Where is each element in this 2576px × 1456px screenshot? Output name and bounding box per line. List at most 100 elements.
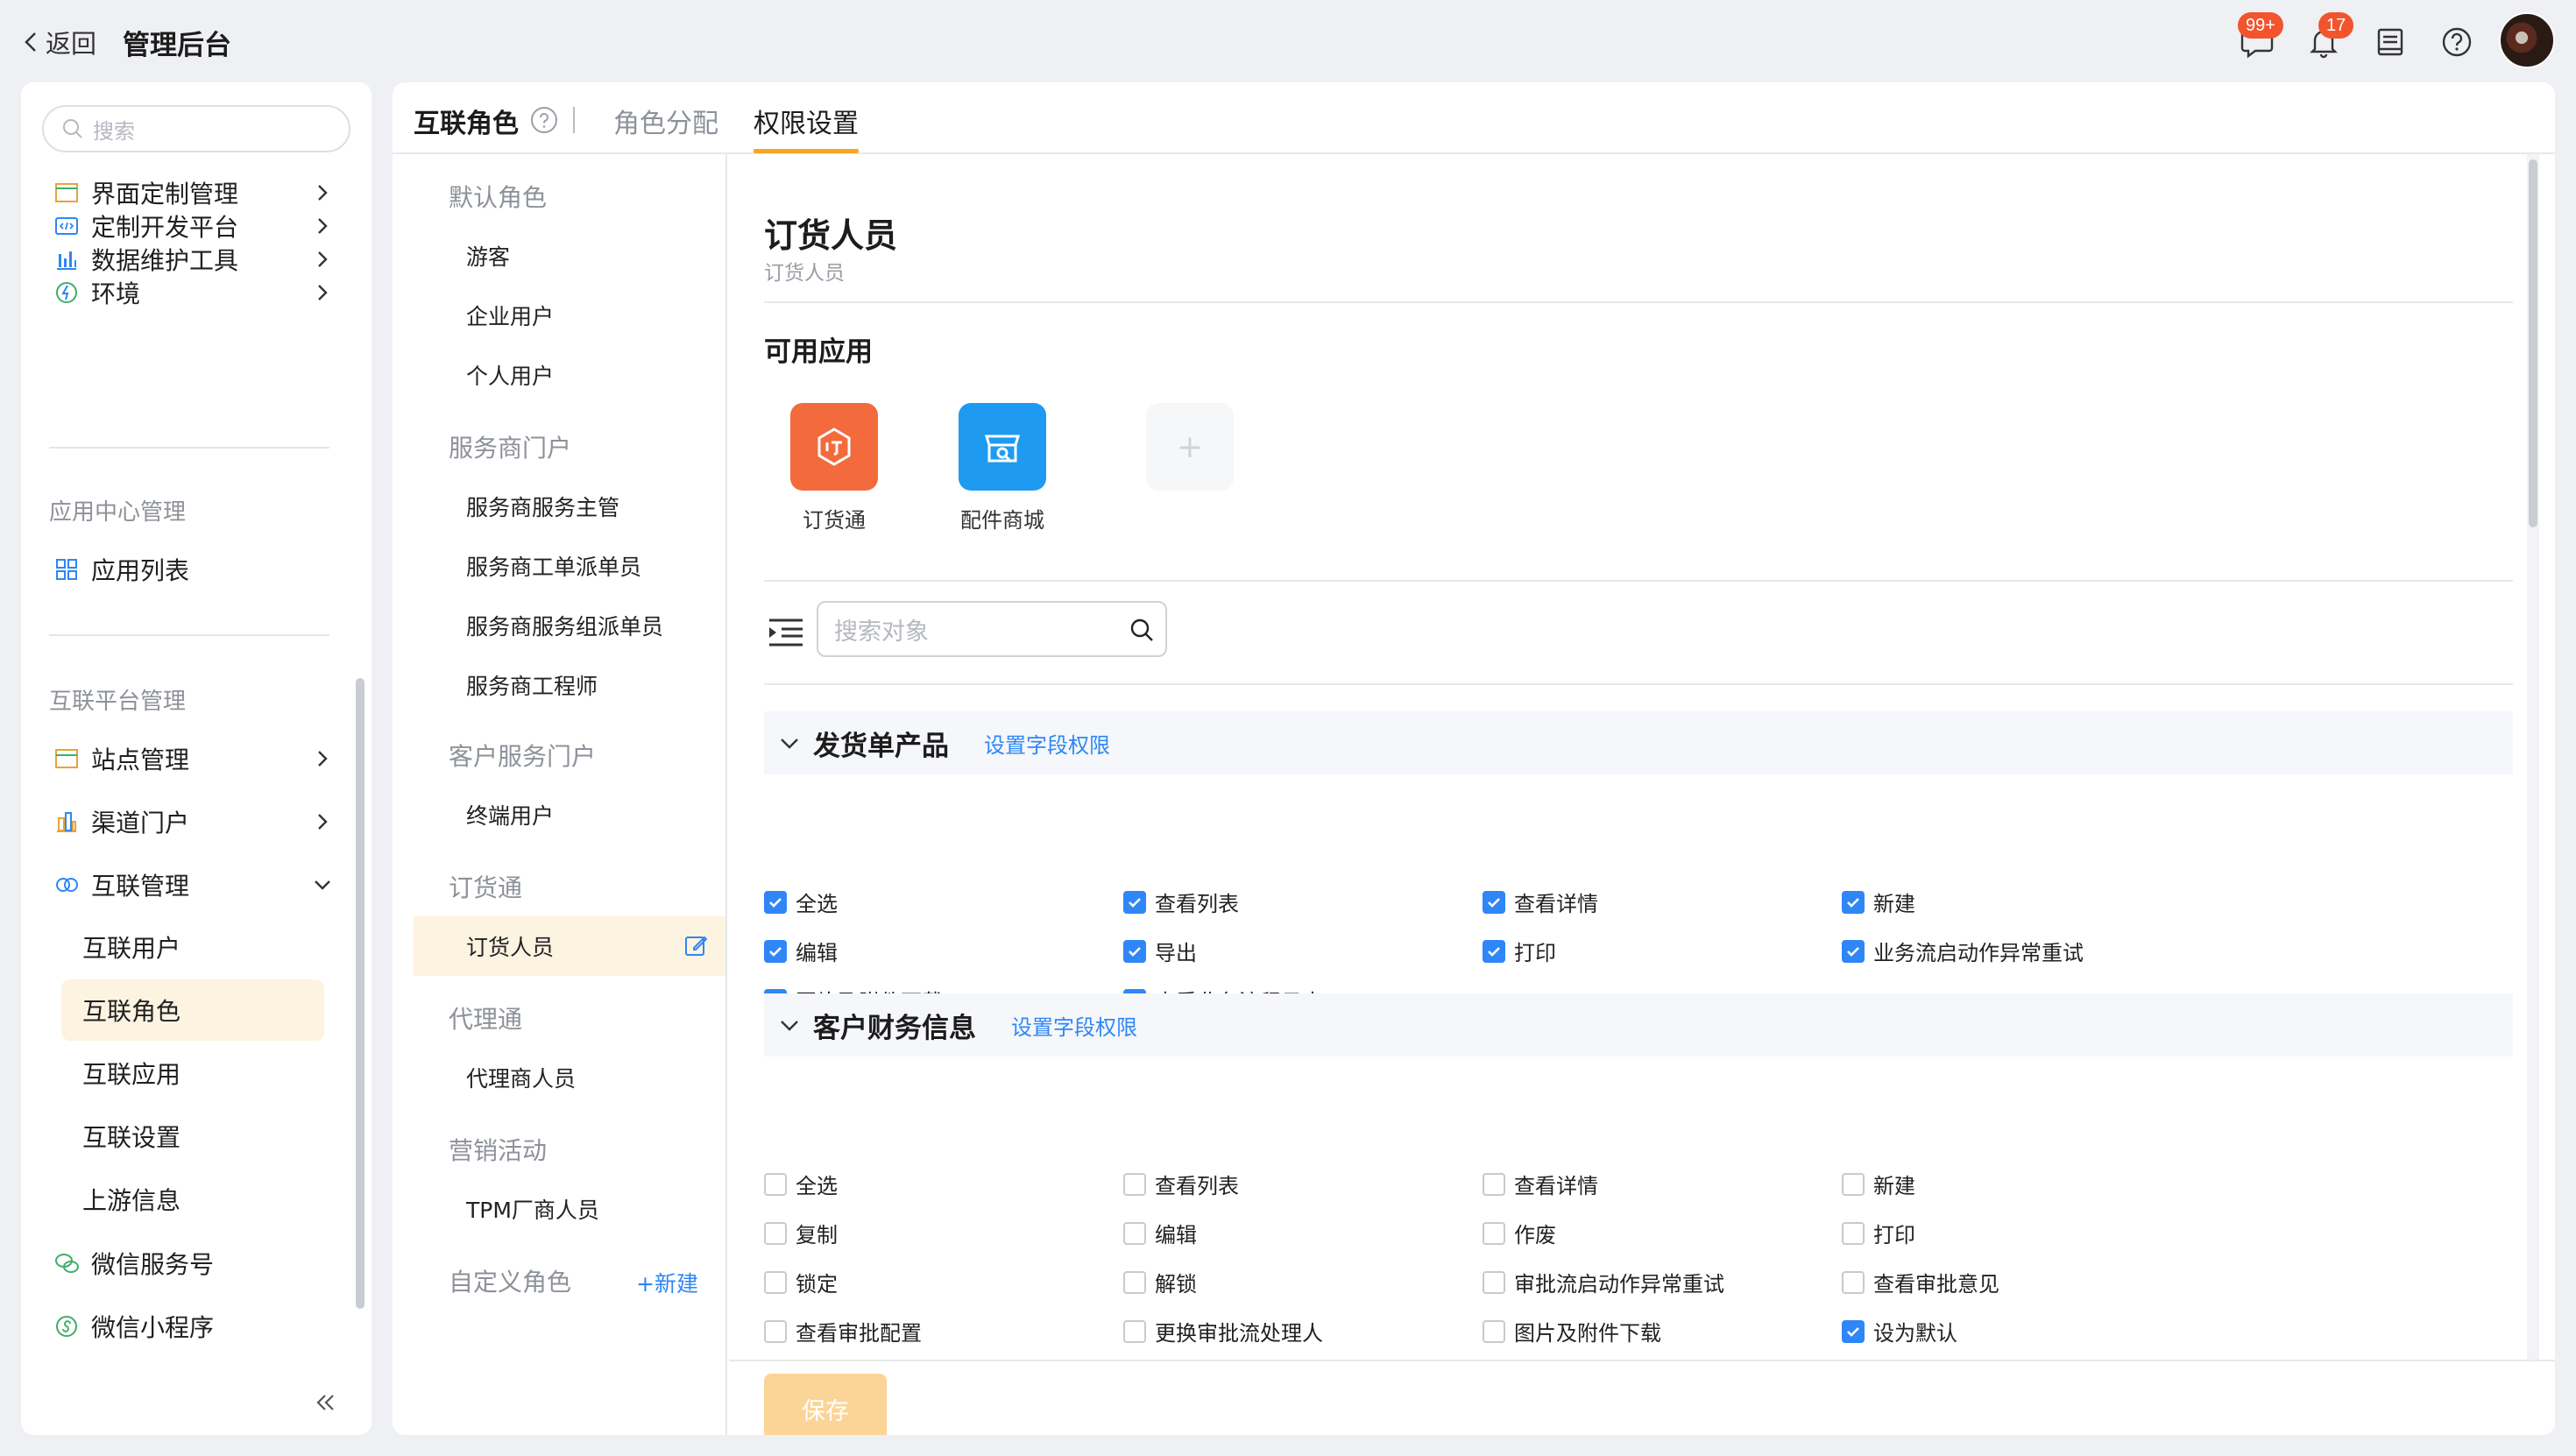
checkbox-checked[interactable] bbox=[1123, 890, 1146, 914]
checkbox-unchecked[interactable] bbox=[1842, 1221, 1865, 1245]
permission-checkbox[interactable]: 编辑 bbox=[764, 936, 838, 966]
permission-checkbox[interactable]: 新建 bbox=[1842, 1169, 1915, 1199]
permission-checkbox[interactable]: 查看列表 bbox=[1123, 1169, 1239, 1199]
sidebar-sub-interconnect-roles[interactable]: 互联角色 bbox=[61, 979, 324, 1041]
sidebar-item-site-mgmt[interactable]: 站点管理 bbox=[53, 734, 342, 783]
role-item[interactable]: TPM厂商人员 bbox=[414, 1179, 725, 1239]
permission-checkbox[interactable]: 查看详情 bbox=[1483, 1169, 1598, 1199]
permission-checkbox[interactable]: 编辑 bbox=[1123, 1218, 1197, 1248]
permission-checkbox[interactable]: 查看列表 bbox=[1123, 887, 1239, 917]
notifications-button[interactable]: 17 bbox=[2304, 12, 2354, 61]
sidebar-scrollbar[interactable] bbox=[356, 678, 364, 1309]
permission-checkbox[interactable]: 图片及附件下载 bbox=[1483, 1316, 1661, 1346]
permission-checkbox[interactable]: 查看审批意见 bbox=[1842, 1267, 1999, 1297]
sidebar-item-wechat-service[interactable]: 微信服务号 bbox=[53, 1239, 342, 1288]
permission-checkbox[interactable]: 新建 bbox=[1842, 887, 1915, 917]
role-item[interactable]: 游客 bbox=[414, 226, 725, 286]
list-filter-icon[interactable] bbox=[766, 615, 806, 650]
role-item[interactable]: 服务商服务主管 bbox=[414, 477, 725, 536]
permission-checkbox[interactable]: 导出 bbox=[1123, 936, 1197, 966]
checkbox-unchecked[interactable] bbox=[764, 1221, 787, 1245]
new-role-button[interactable]: +新建 bbox=[636, 1267, 698, 1298]
sidebar-item-wechat-mini[interactable]: 微信小程序 bbox=[53, 1302, 342, 1351]
role-item-selected[interactable]: 订货人员 bbox=[414, 916, 725, 976]
content-scrollbar[interactable] bbox=[2529, 159, 2537, 527]
sidebar-search-input[interactable]: 搜索 bbox=[42, 105, 350, 152]
checkbox-unchecked[interactable] bbox=[1123, 1221, 1146, 1245]
role-item[interactable]: 代理商人员 bbox=[414, 1048, 725, 1107]
checkbox-unchecked[interactable] bbox=[1842, 1270, 1865, 1294]
permission-checkbox[interactable]: 打印 bbox=[1842, 1218, 1915, 1248]
user-avatar[interactable] bbox=[2499, 12, 2555, 68]
checkbox-unchecked[interactable] bbox=[1123, 1270, 1146, 1294]
sidebar-sub-interconnect-users[interactable]: 互联用户 bbox=[61, 916, 324, 978]
checkbox-checked[interactable] bbox=[764, 890, 787, 914]
checkbox-checked[interactable] bbox=[1842, 1319, 1865, 1343]
sidebar-item-interconnect-mgmt[interactable]: 互联管理 bbox=[53, 860, 342, 909]
checkbox-checked[interactable] bbox=[1483, 890, 1505, 914]
role-item[interactable]: 服务商工程师 bbox=[414, 655, 725, 715]
help-icon[interactable] bbox=[529, 105, 559, 135]
section-header-delivery-products[interactable]: 发货单产品 设置字段权限 bbox=[764, 711, 2513, 774]
checkbox-unchecked[interactable] bbox=[1483, 1270, 1505, 1294]
edit-icon[interactable] bbox=[682, 932, 710, 960]
checkbox-unchecked[interactable] bbox=[764, 1270, 787, 1294]
checkbox-unchecked[interactable] bbox=[1123, 1172, 1146, 1196]
permission-checkbox[interactable]: 解锁 bbox=[1123, 1267, 1197, 1297]
sidebar-sub-upstream-info[interactable]: 上游信息 bbox=[61, 1169, 324, 1230]
role-item[interactable]: 个人用户 bbox=[414, 345, 725, 405]
checkbox-checked[interactable] bbox=[1842, 939, 1865, 963]
checkbox-checked[interactable] bbox=[1842, 890, 1865, 914]
permission-checkbox[interactable]: 查看审批配置 bbox=[764, 1316, 922, 1346]
section-header-customer-finance[interactable]: 客户财务信息 设置字段权限 bbox=[764, 993, 2513, 1057]
field-permission-link[interactable]: 设置字段权限 bbox=[1011, 1010, 1137, 1041]
checkbox-unchecked[interactable] bbox=[764, 1172, 787, 1196]
sidebar-sub-interconnect-settings[interactable]: 互联设置 bbox=[61, 1106, 324, 1167]
checkbox-unchecked[interactable] bbox=[1842, 1172, 1865, 1196]
checkbox-unchecked[interactable] bbox=[1483, 1221, 1505, 1245]
permission-checkbox[interactable]: 打印 bbox=[1483, 936, 1556, 966]
object-search-input[interactable]: 搜索对象 bbox=[817, 601, 1167, 657]
permission-checkbox[interactable]: 设为默认 bbox=[1842, 1316, 1957, 1346]
back-button[interactable]: 返回 bbox=[21, 25, 96, 60]
permission-checkbox[interactable]: 锁定 bbox=[764, 1267, 838, 1297]
tab-role-assign[interactable]: 角色分配 bbox=[613, 102, 718, 140]
permission-checkbox[interactable]: 复制 bbox=[764, 1218, 838, 1248]
permission-checkbox[interactable]: 作废 bbox=[1483, 1218, 1556, 1248]
permission-checkbox[interactable]: 全选 bbox=[764, 887, 838, 917]
permission-checkbox[interactable]: 查看详情 bbox=[1483, 887, 1598, 917]
collapse-sidebar-icon[interactable] bbox=[310, 1388, 340, 1417]
tab-permission-settings[interactable]: 权限设置 bbox=[754, 102, 859, 140]
app-tile-label: 配件商城 bbox=[960, 508, 1044, 533]
messages-button[interactable]: 99+ bbox=[2238, 12, 2283, 61]
chevron-right-icon bbox=[318, 814, 328, 830]
checkbox-unchecked[interactable] bbox=[1123, 1319, 1146, 1343]
checkbox-checked[interactable] bbox=[1123, 939, 1146, 963]
checkbox-checked[interactable] bbox=[1483, 939, 1505, 963]
sidebar-sub-interconnect-apps[interactable]: 互联应用 bbox=[61, 1043, 324, 1104]
checkbox-checked[interactable] bbox=[764, 939, 787, 963]
role-item[interactable]: 服务商服务组派单员 bbox=[414, 596, 725, 655]
help-button[interactable] bbox=[2438, 23, 2476, 61]
checkbox-unchecked[interactable] bbox=[764, 1319, 787, 1343]
checkbox-unchecked[interactable] bbox=[1483, 1172, 1505, 1196]
save-button[interactable]: 保存 bbox=[764, 1374, 887, 1435]
app-tile-ordering[interactable]: 订货通 bbox=[790, 403, 878, 533]
app-tile-parts-mall[interactable]: 配件商城 bbox=[959, 403, 1046, 533]
chevron-right-icon bbox=[318, 751, 328, 767]
role-item[interactable]: 服务商工单派单员 bbox=[414, 536, 725, 596]
sidebar-item-channel-portal[interactable]: 渠道门户 bbox=[53, 797, 342, 846]
role-item[interactable]: 终端用户 bbox=[414, 785, 725, 845]
permission-checkbox[interactable]: 业务流启动作异常重试 bbox=[1842, 936, 2084, 966]
permission-checkbox[interactable]: 更换审批流处理人 bbox=[1123, 1316, 1323, 1346]
role-item[interactable]: 企业用户 bbox=[414, 286, 725, 345]
sidebar-item-app-list[interactable]: 应用列表 bbox=[53, 545, 342, 594]
permission-checkbox[interactable]: 全选 bbox=[764, 1169, 838, 1199]
sidebar-item-environment[interactable]: 环境 bbox=[53, 268, 342, 317]
tasks-button[interactable] bbox=[2371, 23, 2410, 61]
tab-bar: 互联角色 角色分配 权限设置 bbox=[393, 82, 2555, 154]
permission-checkbox[interactable]: 审批流启动作异常重试 bbox=[1483, 1267, 1724, 1297]
checkbox-unchecked[interactable] bbox=[1483, 1319, 1505, 1343]
add-app-button[interactable]: + bbox=[1146, 403, 1234, 491]
field-permission-link[interactable]: 设置字段权限 bbox=[984, 728, 1110, 759]
